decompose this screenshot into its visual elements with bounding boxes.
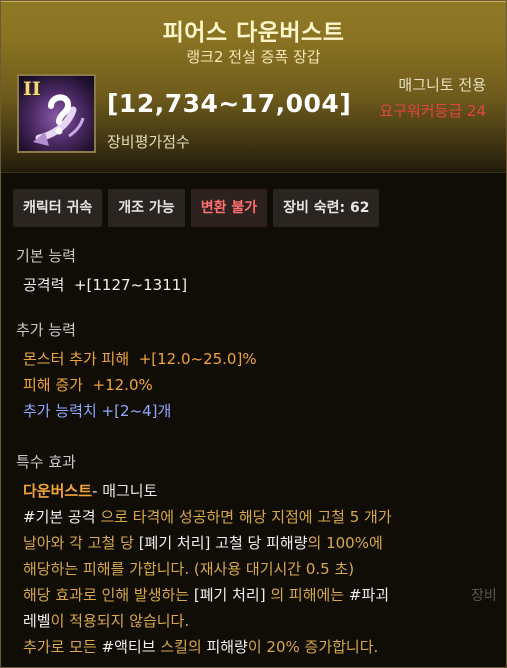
stat-value: +12.0% [92, 376, 153, 394]
item-icon: II [17, 74, 96, 153]
stat-label: 공격력 [23, 276, 65, 294]
effect-description: #기본 공격 으로 타격에 성공하면 해당 지점에 고철 5 개가 날아와 각 고… [16, 504, 496, 660]
effect-desc-segment: 피해량 [266, 534, 308, 552]
effect-desc-segment: 이 적용되지 않습니다. [50, 612, 190, 630]
tag-row: 캐릭터 귀속 개조 가능 변환 불가 장비 숙련: 62 [13, 189, 380, 227]
class-restriction: 매그니토 전용 [398, 76, 486, 94]
effect-desc-segment: 으로 타격에 성공하면 해당 지점에 고철 5 개가 [95, 508, 392, 526]
extra-stat-count: 추가 능력치 +[2~4]개 [23, 402, 172, 420]
effect-desc-segment: 날아와 각 고철 당 [23, 534, 139, 552]
effect-desc-line: 레벨이 적용되지 않습니다. [23, 608, 496, 634]
stat-label: 몬스터 추가 피해 [23, 350, 130, 368]
effect-desc-segment: 고철 당 [210, 534, 267, 552]
extra-stats: 추가 능력 몬스터 추가 피해 +[12.0~25.0]% 피해 증가 +12.… [16, 319, 257, 424]
effect-desc-segment: 추가로 모든 [23, 638, 102, 656]
effect-desc-segment: [폐기 처리] [193, 586, 266, 604]
tag-character-bound: 캐릭터 귀속 [13, 189, 103, 227]
item-subtitle: 랭크2 전설 증폭 장갑 [186, 48, 321, 66]
grade-mark: II [23, 78, 41, 100]
base-stats: 기본 능력 공격력 +[1127~1311] [16, 245, 187, 298]
section-heading: 추가 능력 [16, 321, 76, 339]
tooltip-header: 피어스 다운버스트 랭크2 전설 증폭 장갑 II [12,734~17,004… [1, 1, 506, 173]
item-tooltip: 피어스 다운버스트 랭크2 전설 증폭 장갑 II [12,734~17,004… [0, 0, 507, 668]
stat-line: 공격력 +[1127~1311] [16, 272, 187, 298]
stat-line: 몬스터 추가 피해 +[12.0~25.0]% [16, 346, 257, 372]
effect-desc-line: 추가로 모든 #액티브 스킬의 피해량이 20% 증가합니다. [23, 634, 496, 660]
effect-desc-line: 해당하는 피해를 가합니다. (재사용 대기시간 0.5 초) [23, 556, 496, 582]
effect-desc-line: 날아와 각 고철 당 [폐기 처리] 고철 당 피해량의 100%에 [23, 530, 496, 556]
stat-label: 피해 증가 [23, 376, 83, 394]
stat-value: +[12.0~25.0]% [138, 350, 257, 368]
effect-desc-segment: #파괴 [348, 586, 390, 604]
stat-value: +[1127~1311] [73, 276, 188, 294]
tag-modifiable: 개조 가능 [108, 189, 185, 227]
equipment-score: [12,734~17,004] [107, 89, 352, 118]
effect-desc-segment: 해당하는 피해를 가합니다. (재사용 대기시간 0.5 초) [23, 560, 355, 578]
effect-desc-segment: 스킬의 [155, 638, 207, 656]
effect-desc-line: #기본 공격 으로 타격에 성공하면 해당 지점에 고철 5 개가 [23, 504, 496, 530]
tag-no-conversion: 변환 불가 [190, 189, 268, 227]
effect-desc-segment: 이 20% 증가합니다. [247, 638, 379, 656]
effect-title: 다운버스트- 매그니토 [16, 478, 496, 504]
requirements: 매그니토 전용 요구워커등급 24 [379, 73, 486, 125]
effect-desc-segment: 의 피해에는 [265, 586, 349, 604]
effect-class: - 매그니토 [92, 482, 158, 500]
effect-desc-segment: [폐기 처리] [138, 534, 211, 552]
effect-desc-segment: 피해량 [206, 638, 248, 656]
section-heading: 기본 능력 [16, 247, 76, 265]
section-heading: 특수 효과 [16, 453, 76, 471]
background-text: 장비 [471, 588, 497, 604]
effect-desc-segment: #액티브 [101, 638, 156, 656]
effect-name: 다운버스트 [23, 482, 93, 500]
effect-desc-segment: 해당 효과로 인해 발생하는 [23, 586, 194, 604]
equipment-score-label: 장비평가점수 [107, 133, 190, 151]
tag-proficiency: 장비 숙련: 62 [273, 189, 380, 227]
stat-line: 피해 증가 +12.0% [16, 372, 257, 398]
effect-desc-line: 해당 효과로 인해 발생하는 [폐기 처리] 의 피해에는 #파괴 [23, 582, 496, 608]
effect-desc-segment: 의 100%에 [307, 534, 383, 552]
item-name: 피어스 다운버스트 [162, 20, 345, 46]
effect-desc-segment: 레벨 [23, 612, 51, 630]
level-requirement: 요구워커등급 24 [379, 102, 486, 120]
effect-desc-segment: #기본 공격 [23, 508, 96, 526]
special-effect: 특수 효과 다운버스트- 매그니토 #기본 공격 으로 타격에 성공하면 해당 … [16, 451, 496, 660]
